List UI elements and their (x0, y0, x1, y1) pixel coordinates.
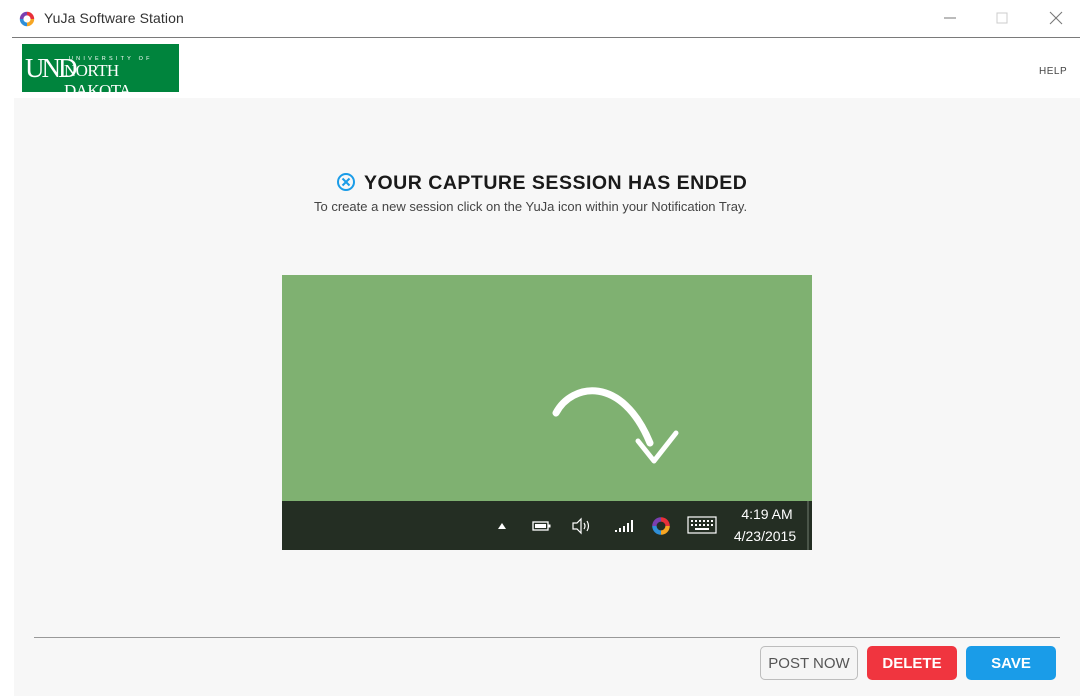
save-button[interactable]: SAVE (966, 646, 1056, 680)
tray-clock-time: 4:19 AM (741, 506, 793, 522)
maximize-button[interactable] (988, 6, 1016, 30)
help-link[interactable]: HELP (1039, 66, 1067, 77)
circle-x-icon (337, 173, 355, 191)
speaker-icon (572, 517, 590, 535)
curved-arrow-icon (552, 387, 679, 464)
yuja-logo-icon (19, 11, 35, 27)
maximize-icon (996, 12, 1008, 24)
show-desktop-edge (807, 501, 809, 550)
footer-divider (34, 637, 1060, 638)
close-button[interactable] (1042, 6, 1070, 30)
notification-tray-illustration: 4:19 AM 4/23/2015 (282, 275, 812, 550)
logo-north-dakota-text: NORTH DAKOTA (64, 61, 131, 92)
session-ended-title: YOUR CAPTURE SESSION HAS ENDED (364, 172, 748, 194)
minimize-button[interactable] (936, 6, 964, 30)
signal-icon (615, 520, 633, 532)
battery-icon (532, 521, 551, 531)
caret-up-icon (498, 523, 506, 529)
keyboard-icon (687, 516, 717, 534)
yuja-tray-icon (652, 517, 670, 535)
close-icon (1049, 11, 1063, 25)
tray-clock-date: 4/23/2015 (733, 528, 797, 544)
und-logo: UND UNIVERSITY OF NORTH DAKOTA (22, 44, 179, 92)
session-ended-subtitle: To create a new session click on the YuJ… (314, 199, 748, 214)
post-now-button[interactable]: POST NOW (760, 646, 858, 680)
minimize-icon (944, 17, 956, 19)
delete-button[interactable]: DELETE (867, 646, 957, 680)
title-bar: YuJa Software Station (0, 0, 1080, 37)
window-title: YuJa Software Station (44, 10, 184, 26)
